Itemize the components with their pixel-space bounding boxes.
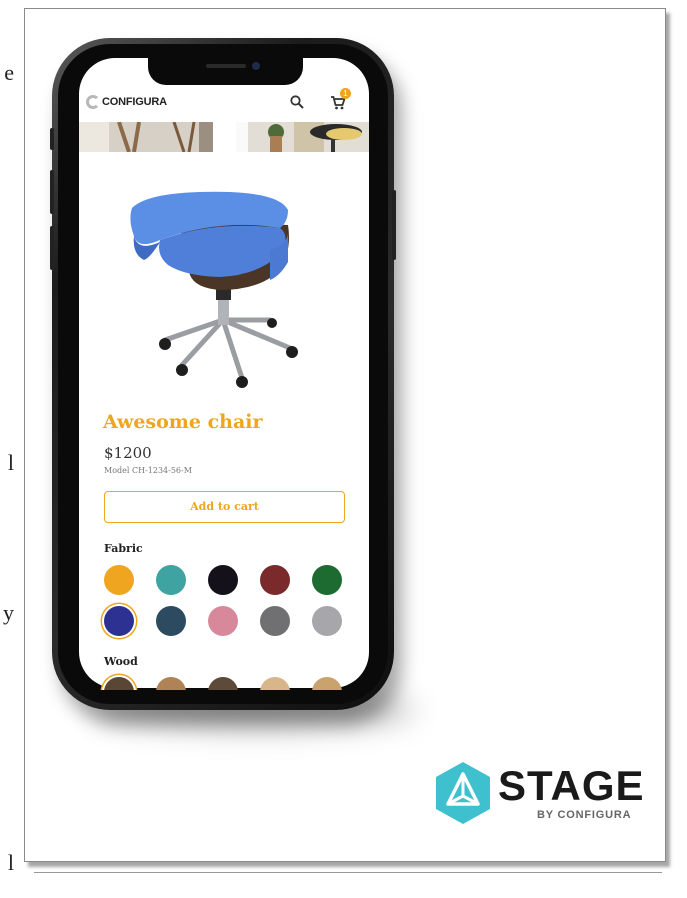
phone-volume-up [50,170,54,214]
stage-brand-subtitle: BY CONFIGURA [537,809,632,821]
page-edge-text: e [4,60,14,85]
stage-brand-title: STAGE [498,762,645,809]
frame-divider [34,872,662,873]
wood-swatch[interactable] [208,677,238,690]
stage-logo-icon [436,762,490,824]
page-edge-text: y [3,600,14,625]
page-edge-text: l [7,850,14,875]
phone-power-button [392,190,396,260]
phone-mute-switch [50,128,54,150]
wood-swatch-group [79,0,369,690]
wood-swatch[interactable] [156,677,186,690]
phone-volume-down [50,226,54,270]
page-edge-text: l [7,450,14,475]
wood-swatch[interactable] [312,677,342,690]
wood-swatch[interactable] [104,677,134,690]
wood-swatch[interactable] [260,677,290,690]
